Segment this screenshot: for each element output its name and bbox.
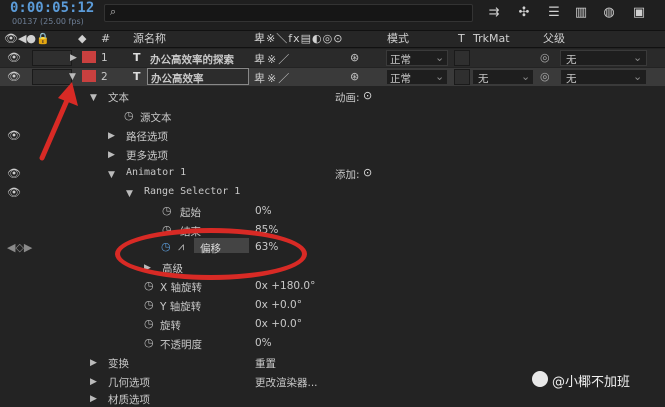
collapse-icon[interactable]: ▼: [108, 170, 115, 180]
stopwatch-icon[interactable]: ◷: [162, 204, 172, 217]
preserve-transparency[interactable]: [454, 50, 470, 66]
watermark: @小椰不加班: [552, 375, 631, 390]
current-time-display[interactable]: 0:00:05:12: [10, 0, 94, 16]
chevron-down-icon: ⌄: [633, 51, 643, 64]
graph-icon[interactable]: ▥: [572, 4, 590, 22]
visibility-icon[interactable]: 👁: [7, 70, 21, 83]
expand-icon[interactable]: ▶: [70, 53, 77, 63]
layer-switches[interactable]: 卑※／: [254, 51, 291, 67]
pickwhip-icon[interactable]: ◎: [540, 51, 550, 64]
column-trkmat[interactable]: TrkMat: [473, 32, 510, 46]
start-value[interactable]: 0%: [255, 205, 272, 217]
visibility-icon[interactable]: 👁: [7, 167, 21, 180]
animator: Animator 1: [126, 167, 187, 178]
animate-label: 动画:: [335, 92, 360, 104]
x-rotation-label: X 轴旋转: [160, 282, 203, 294]
text-group: 文本: [108, 92, 129, 104]
stopwatch-icon[interactable]: ◷: [124, 109, 134, 122]
expand-icon[interactable]: ▶: [108, 131, 115, 141]
chevron-down-icon: ⌄: [633, 70, 643, 83]
stopwatch-icon[interactable]: ◷: [144, 298, 154, 311]
text-layer-icon: T: [133, 70, 141, 83]
chevron-down-icon: ⌄: [435, 51, 445, 64]
search-icon: ⌕: [110, 5, 117, 18]
chevron-down-icon: ⌄: [521, 70, 531, 83]
expand-icon[interactable]: ▶: [108, 150, 115, 160]
stopwatch-icon[interactable]: ◷: [144, 279, 154, 292]
puzzle-icon[interactable]: ✣: [515, 4, 533, 22]
stack-icon[interactable]: ☰: [545, 4, 563, 22]
y-rotation-value[interactable]: 0x +0.0°: [255, 299, 302, 311]
link-icon[interactable]: ⊛: [350, 70, 359, 83]
column-source-name[interactable]: 源名称: [133, 32, 166, 46]
layer-num: 1: [101, 52, 108, 64]
mode-value: 正常: [390, 73, 411, 85]
source-text: 源文本: [140, 112, 172, 124]
expand-icon[interactable]: ▶: [90, 377, 97, 387]
frame-info: 00137 (25.00 fps): [12, 17, 84, 26]
stopwatch-icon[interactable]: ◷: [144, 317, 154, 330]
label-tag-icon[interactable]: ◆: [78, 32, 86, 46]
path-options: 路径选项: [126, 131, 168, 143]
parent-value: 无: [566, 54, 577, 66]
chevron-down-icon: ⌄: [435, 70, 445, 83]
trkmat-value: 无: [478, 73, 489, 85]
column-mode[interactable]: 模式: [387, 32, 409, 46]
search-input[interactable]: [104, 4, 473, 22]
layer-switches[interactable]: 卑※／: [254, 70, 291, 86]
preserve-transparency[interactable]: [454, 69, 470, 85]
stopwatch-icon[interactable]: ◷: [144, 336, 154, 349]
layer-name[interactable]: 办公高效率的探索: [150, 52, 234, 67]
switches-icon[interactable]: 卑※＼fx▤◐◎⊙: [254, 32, 343, 46]
column-t[interactable]: T: [458, 32, 465, 46]
motion-blur-icon[interactable]: ◍: [600, 4, 618, 22]
flowchart-icon[interactable]: ⇉: [485, 4, 503, 22]
av-switches-icon[interactable]: 👁◀●🔒: [4, 32, 50, 46]
label-color[interactable]: [82, 51, 96, 63]
rotation-value[interactable]: 0x +0.0°: [255, 318, 302, 330]
range-selector: Range Selector 1: [144, 186, 241, 197]
y-rotation-label: Y 轴旋转: [160, 301, 202, 313]
annotation-arrow: [39, 82, 78, 161]
opacity-value[interactable]: 0%: [255, 337, 272, 349]
calendar-icon[interactable]: ▣: [630, 4, 648, 22]
keyframe-nav-icon[interactable]: ◀◇▶: [7, 241, 32, 254]
visibility-icon[interactable]: 👁: [7, 129, 21, 142]
material-label: 材质选项: [108, 394, 150, 406]
more-options: 更多选项: [126, 150, 168, 162]
text-layer-icon: T: [133, 51, 141, 64]
add-label: 添加:: [335, 169, 360, 181]
add-menu-icon[interactable]: ⊙: [363, 166, 372, 179]
visibility-icon[interactable]: 👁: [7, 51, 21, 64]
column-parent[interactable]: 父级: [543, 32, 565, 46]
rotation-label: 旋转: [160, 320, 181, 332]
transform-reset[interactable]: 重置: [255, 356, 276, 371]
collapse-icon[interactable]: ▼: [126, 189, 133, 199]
watermark-logo-icon: [532, 371, 548, 387]
change-renderer-link[interactable]: 更改渲染器...: [255, 375, 318, 390]
layer-num: 2: [101, 71, 108, 83]
annotation-ellipse: [115, 228, 307, 280]
transform-label: 变换: [108, 358, 129, 370]
parent-value: 无: [566, 73, 577, 85]
animate-menu-icon[interactable]: ⊙: [363, 89, 372, 102]
visibility-icon[interactable]: 👁: [7, 186, 21, 199]
layer-name[interactable]: 办公高效率: [151, 71, 204, 86]
opacity-label: 不透明度: [160, 339, 202, 351]
collapse-icon[interactable]: ▼: [90, 93, 97, 103]
x-rotation-value[interactable]: 0x +180.0°: [255, 280, 315, 292]
expand-icon[interactable]: ▶: [90, 358, 97, 368]
start-label: 起始: [180, 207, 201, 219]
link-icon[interactable]: ⊛: [350, 51, 359, 64]
geometry-label: 几何选项: [108, 377, 150, 389]
column-num[interactable]: #: [101, 32, 110, 46]
pickwhip-icon[interactable]: ◎: [540, 70, 550, 83]
mode-value: 正常: [390, 54, 411, 66]
switch-cells[interactable]: [32, 50, 72, 66]
